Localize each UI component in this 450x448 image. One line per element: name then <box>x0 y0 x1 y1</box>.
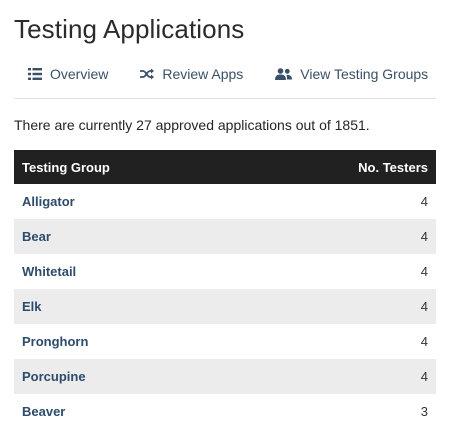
testing-group-link[interactable]: Elk <box>14 289 245 324</box>
tester-count: 4 <box>420 299 428 314</box>
users-icon <box>275 68 293 80</box>
testing-group-link[interactable]: Whitetail <box>14 254 245 289</box>
testing-group-link[interactable]: Bear <box>14 219 245 254</box>
page-title: Testing Applications <box>14 14 245 44</box>
approved-applications-summary: There are currently 27 approved applicat… <box>14 117 370 133</box>
page-nav: Overview Review Apps View Testing Groups <box>14 62 436 99</box>
table-row: Whitetail 4 <box>14 254 436 289</box>
testing-groups-table: Testing Group No. Testers Alligator 4 Be… <box>14 150 436 429</box>
nav-overview-link[interactable]: Overview <box>28 62 108 86</box>
table-row: Pronghorn 4 <box>14 324 436 359</box>
column-header-no-testers: No. Testers <box>358 159 428 175</box>
testing-group-link[interactable]: Pronghorn <box>14 324 245 359</box>
nav-overview-label: Overview <box>50 66 109 82</box>
testing-group-link[interactable]: Beaver <box>14 394 245 429</box>
testing-group-link[interactable]: Alligator <box>14 184 245 219</box>
tester-count: 4 <box>420 334 428 349</box>
shuffle-icon <box>140 68 155 80</box>
tester-count: 4 <box>420 229 428 244</box>
tester-count: 4 <box>420 194 428 209</box>
nav-review-apps-label: Review Apps <box>162 66 244 82</box>
testing-group-link[interactable]: Porcupine <box>14 359 245 394</box>
nav-review-apps-link[interactable]: Review Apps <box>140 62 243 86</box>
table-row: Alligator 4 <box>14 184 436 219</box>
nav-view-testing-groups-label: View Testing Groups <box>300 66 429 82</box>
table-row: Elk 4 <box>14 289 436 324</box>
tester-count: 4 <box>420 264 428 279</box>
nav-view-testing-groups-link[interactable]: View Testing Groups <box>275 62 428 86</box>
table-header-row: Testing Group No. Testers <box>14 150 436 184</box>
tester-count: 4 <box>420 369 428 384</box>
table-row: Porcupine 4 <box>14 359 436 394</box>
table-row: Beaver 3 <box>14 394 436 429</box>
column-header-testing-group: Testing Group <box>22 159 110 175</box>
tester-count: 3 <box>420 404 428 419</box>
table-row: Bear 4 <box>14 219 436 254</box>
list-icon <box>28 68 42 80</box>
